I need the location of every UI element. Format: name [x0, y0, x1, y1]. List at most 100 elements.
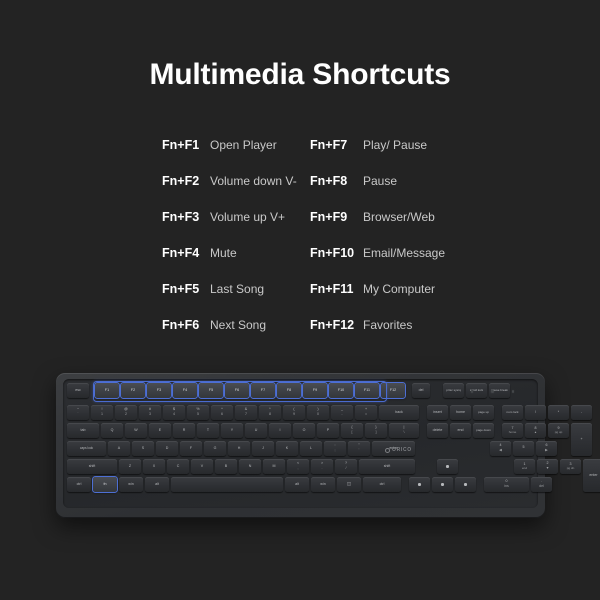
- key-numpad-8[interactable]: 8 ▲: [525, 423, 546, 438]
- key-8[interactable]: * 8: [259, 405, 281, 420]
- key-1[interactable]: ! 1: [91, 405, 113, 420]
- key-slash[interactable]: ? /: [335, 459, 357, 474]
- key-semicolon[interactable]: :;: [324, 441, 346, 456]
- key-t[interactable]: T: [197, 423, 219, 438]
- key-backslash[interactable]: | \: [389, 423, 419, 438]
- key-comma[interactable]: <,: [287, 459, 309, 474]
- key-g[interactable]: G: [204, 441, 226, 456]
- key-p[interactable]: P: [317, 423, 339, 438]
- key-7[interactable]: & 7: [235, 405, 257, 420]
- key-f7[interactable]: F7: [251, 383, 275, 398]
- key-4[interactable]: $4: [163, 405, 185, 420]
- key-m[interactable]: M: [263, 459, 285, 474]
- key-arrow-left[interactable]: [409, 477, 430, 492]
- key-numpad-2[interactable]: 2 ▼: [537, 459, 558, 474]
- key-tab[interactable]: tab: [67, 423, 99, 438]
- key-del-fnrow[interactable]: del: [412, 383, 430, 398]
- key-f5[interactable]: F5: [199, 383, 223, 398]
- key-shift-left[interactable]: shift: [67, 459, 117, 474]
- key-s[interactable]: S: [132, 441, 154, 456]
- key-j[interactable]: J: [252, 441, 274, 456]
- key-arrow-up[interactable]: [437, 459, 458, 474]
- key-b[interactable]: B: [215, 459, 237, 474]
- key-d[interactable]: D: [156, 441, 178, 456]
- key-page-up[interactable]: page up: [473, 405, 494, 420]
- key-a[interactable]: A: [108, 441, 130, 456]
- key-f12[interactable]: F12: [381, 383, 405, 398]
- key-x[interactable]: X: [143, 459, 165, 474]
- key-numpad-3[interactable]: 3 pg dn: [560, 459, 581, 474]
- key-numpad-0[interactable]: 0 ins: [484, 477, 529, 492]
- key-numpad-6[interactable]: 6 ▶: [536, 441, 557, 456]
- key-f1[interactable]: F1: [95, 383, 119, 398]
- key-l[interactable]: L: [300, 441, 322, 456]
- key-win-left[interactable]: win: [119, 477, 143, 492]
- key-space[interactable]: [171, 477, 283, 492]
- key-e[interactable]: E: [149, 423, 171, 438]
- key-period[interactable]: >.: [311, 459, 333, 474]
- key-y[interactable]: Y: [221, 423, 243, 438]
- key-6[interactable]: ^ 6: [211, 405, 233, 420]
- key-win-right[interactable]: win: [311, 477, 335, 492]
- key-numpad-minus[interactable]: -: [571, 405, 592, 420]
- key-equals[interactable]: + =: [355, 405, 377, 420]
- key-f6[interactable]: F6: [225, 383, 249, 398]
- key-ctrl-left[interactable]: ctrl: [67, 477, 91, 492]
- key-delete[interactable]: delete: [427, 423, 448, 438]
- key-f10[interactable]: F10: [329, 383, 353, 398]
- key-0[interactable]: ) 0: [307, 405, 329, 420]
- key-shift-right[interactable]: shift: [359, 459, 415, 474]
- key-k[interactable]: K: [276, 441, 298, 456]
- key-w[interactable]: W: [125, 423, 147, 438]
- key-f4[interactable]: F4: [173, 383, 197, 398]
- key-numpad-multiply[interactable]: *: [548, 405, 569, 420]
- key-numpad-1[interactable]: 1 end: [514, 459, 535, 474]
- key-arrow-down[interactable]: [432, 477, 453, 492]
- key-f9[interactable]: F9: [303, 383, 327, 398]
- key-bracket-left[interactable]: {[: [341, 423, 363, 438]
- key-numpad-5[interactable]: 5: [513, 441, 534, 456]
- key-caps-lock[interactable]: caps lock: [67, 441, 106, 456]
- key-f[interactable]: F: [180, 441, 202, 456]
- key-numpad-period[interactable]: . del: [531, 477, 552, 492]
- key-quote[interactable]: " ': [348, 441, 370, 456]
- key-prtsc[interactable]: prtsc sysrq: [443, 383, 464, 398]
- key-end[interactable]: end: [450, 423, 471, 438]
- key-backtick[interactable]: ~ `: [67, 405, 89, 420]
- key-i[interactable]: I: [269, 423, 291, 438]
- key-esc[interactable]: esc: [67, 383, 89, 398]
- key-o[interactable]: O: [293, 423, 315, 438]
- key-fn[interactable]: fn: [93, 477, 117, 492]
- key-v[interactable]: V: [191, 459, 213, 474]
- key-bracket-right[interactable]: }]: [365, 423, 387, 438]
- key-5[interactable]: % 5: [187, 405, 209, 420]
- key-f2[interactable]: F2: [121, 383, 145, 398]
- key-u[interactable]: U: [245, 423, 267, 438]
- key-insert[interactable]: insert: [427, 405, 448, 420]
- key-h[interactable]: H: [228, 441, 250, 456]
- key-z[interactable]: Z: [119, 459, 141, 474]
- key-9[interactable]: (9: [283, 405, 305, 420]
- key-numpad-7[interactable]: 7 home: [502, 423, 523, 438]
- key-numpad-enter[interactable]: enter: [583, 459, 600, 492]
- key-arrow-right[interactable]: [455, 477, 476, 492]
- key-numpad-plus[interactable]: +: [571, 423, 592, 456]
- key-r[interactable]: R: [173, 423, 195, 438]
- key-backspace[interactable]: back: [379, 405, 419, 420]
- key-n[interactable]: N: [239, 459, 261, 474]
- key-numpad-9[interactable]: 9 pg up: [548, 423, 569, 438]
- key-ctrl-right[interactable]: ctrl: [363, 477, 401, 492]
- key-c[interactable]: C: [167, 459, 189, 474]
- key-num-lock[interactable]: num lock: [502, 405, 523, 420]
- key-home[interactable]: home: [450, 405, 471, 420]
- key-f8[interactable]: F8: [277, 383, 301, 398]
- key-2[interactable]: @2: [115, 405, 137, 420]
- key-numpad-divide[interactable]: /: [525, 405, 546, 420]
- key-minus[interactable]: _ -: [331, 405, 353, 420]
- key-menu[interactable]: ◫: [337, 477, 361, 492]
- key-page-down[interactable]: page down: [473, 423, 494, 438]
- key-3[interactable]: #3: [139, 405, 161, 420]
- key-alt-left[interactable]: alt: [145, 477, 169, 492]
- key-numpad-4[interactable]: 4 ◀: [490, 441, 511, 456]
- key-q[interactable]: Q: [101, 423, 123, 438]
